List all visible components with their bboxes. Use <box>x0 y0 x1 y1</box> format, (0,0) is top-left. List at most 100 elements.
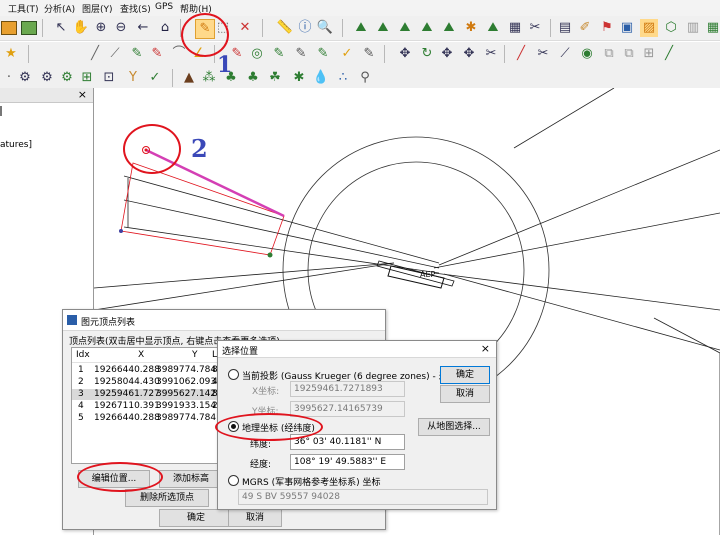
delete-cross-icon[interactable]: ✕ <box>236 19 254 37</box>
union-icon[interactable]: ⧉ <box>620 45 638 63</box>
slope-icon[interactable]: ⛰ <box>396 19 414 37</box>
menu-layers[interactable]: 图层(Y) <box>82 2 113 15</box>
vertex-point[interactable] <box>267 252 273 258</box>
cell-y: 3991062.093 <box>156 377 217 387</box>
watershed-icon[interactable]: ⛰ <box>484 19 502 37</box>
hillshade-icon[interactable]: ⛰ <box>418 19 436 37</box>
tree-expander[interactable] <box>0 106 2 116</box>
terrain-icon[interactable]: ⛰ <box>352 19 370 37</box>
select-arrow-icon[interactable]: ↖ <box>52 19 70 37</box>
scissors-icon[interactable]: ✂ <box>534 45 552 63</box>
edit-green-icon[interactable]: ╱ <box>660 45 678 63</box>
zoom-in-icon[interactable]: ⊕ <box>92 19 110 37</box>
draw-polyline-icon[interactable]: ⟋ <box>106 45 124 63</box>
image-layer-icon[interactable]: ▣ <box>618 19 636 37</box>
vertex-cancel-button[interactable]: 取消 <box>228 509 282 527</box>
brush-icon[interactable]: ✎ <box>292 45 310 63</box>
col-x[interactable]: X <box>138 350 144 360</box>
longitude-field[interactable]: 108° 19' 49.5883'' E <box>290 454 405 470</box>
settings-gear-2-icon[interactable]: ⚙ <box>38 69 56 87</box>
radio-mgrs-label[interactable]: MGRS (军事网格参考坐标系) 坐标 <box>242 475 380 488</box>
menu-search[interactable]: 查找(S) <box>120 2 151 15</box>
panel-close-icon[interactable]: × <box>78 88 87 101</box>
grid-cell-icon[interactable]: ▦ <box>704 19 720 37</box>
zoom-out-icon[interactable]: ⊖ <box>112 19 130 37</box>
marsh-icon[interactable]: ∴ <box>334 69 352 87</box>
radio-mgrs[interactable] <box>228 475 239 486</box>
star-icon[interactable]: ★ <box>2 45 20 63</box>
color-grid-icon[interactable]: ▦ <box>506 19 524 37</box>
menu-tools[interactable]: 工具(T) <box>8 2 39 15</box>
draw-path-icon[interactable]: ✎ <box>128 45 146 63</box>
grid-snap-icon[interactable]: ⊞ <box>640 45 658 63</box>
ruler-icon[interactable]: 📏 <box>276 19 294 37</box>
tree-icon[interactable]: ♣ <box>244 69 262 87</box>
cell-x: 19258044.430 <box>94 377 160 387</box>
home-icon[interactable]: ⌂ <box>156 19 174 37</box>
location-cancel-button[interactable]: 取消 <box>440 385 490 403</box>
viewshed-icon[interactable]: ✱ <box>462 19 480 37</box>
mgrs-field[interactable]: 49 S BV 59557 94028 <box>238 489 488 505</box>
y-coord-field[interactable]: 3995627.14165739 <box>290 401 405 417</box>
contour-icon[interactable]: ⛰ <box>440 19 458 37</box>
split-icon[interactable]: ✥ <box>460 45 478 63</box>
vertex-ok-button[interactable]: 确定 <box>159 509 233 527</box>
table-view-icon[interactable]: ▤ <box>556 19 574 37</box>
vertex-point[interactable] <box>119 229 123 233</box>
info-icon[interactable]: ⓘ <box>296 19 314 37</box>
grid-toggle-icon[interactable]: ▥ <box>684 19 702 37</box>
move-icon[interactable]: ✥ <box>396 45 414 63</box>
grass-icon[interactable]: ⁂ <box>200 69 218 87</box>
mountain-icon[interactable]: ▲ <box>180 69 198 87</box>
add-elevation-button[interactable]: 添加标高 <box>159 470 223 488</box>
hatch-tool-icon[interactable]: ▨ <box>640 19 658 37</box>
paint-icon[interactable]: ✐ <box>576 19 594 37</box>
pick-from-map-button[interactable]: 从地图选择... <box>418 418 490 436</box>
palm-icon[interactable]: ☘ <box>266 69 284 87</box>
flag-icon[interactable]: ⚑ <box>598 19 616 37</box>
crop-tool-icon[interactable]: ✂ <box>526 19 544 37</box>
find-feature-icon[interactable]: 🔍 <box>316 19 334 37</box>
layer-icon[interactable] <box>0 19 18 37</box>
check-icon[interactable]: ✓ <box>338 45 356 63</box>
move-vertex-icon[interactable]: ✥ <box>438 45 456 63</box>
diagonal-line-icon[interactable]: ╱ <box>512 45 530 63</box>
target-icon[interactable]: ◎ <box>248 45 266 63</box>
menu-analysis[interactable]: 分析(A) <box>44 2 75 15</box>
back-arrow-icon[interactable]: ← <box>134 19 152 37</box>
monitor-icon[interactable]: ⊞ <box>78 69 96 87</box>
menu-gps[interactable]: GPS <box>155 2 173 12</box>
radio-projection[interactable] <box>228 369 239 380</box>
water-drop-icon[interactable]: ⊡ <box>100 69 118 87</box>
col-idx[interactable]: Idx <box>76 350 90 360</box>
location-close-icon[interactable]: × <box>481 342 490 355</box>
checklist-icon[interactable]: ✓ <box>146 69 164 87</box>
col-y[interactable]: Y <box>192 350 198 360</box>
attribute-table-icon[interactable] <box>20 19 38 37</box>
mesh-icon[interactable]: ⚙ <box>58 69 76 87</box>
location-ok-button[interactable]: 确定 <box>440 366 490 384</box>
delete-vertices-button[interactable]: 删除所选顶点 <box>125 489 209 507</box>
pan-hand-icon[interactable]: ✋ <box>72 19 90 37</box>
search-tool-icon[interactable]: ⚲ <box>356 69 374 87</box>
x-coord-field[interactable]: 19259461.7271893 <box>290 381 405 397</box>
node-icon[interactable]: ⟋ <box>556 45 574 63</box>
draw-line-icon[interactable]: ╱ <box>86 45 104 63</box>
erase-icon[interactable]: ✎ <box>360 45 378 63</box>
menu-bar: 工具(T) 分析(A) 图层(Y) 查找(S) GPS 帮助(H) <box>0 0 720 16</box>
buffer-icon[interactable]: ◉ <box>578 45 596 63</box>
field-icon[interactable]: ✱ <box>290 69 308 87</box>
filter-icon[interactable]: Y <box>124 69 142 87</box>
settings-gear-icon[interactable]: ⚙ <box>16 69 34 87</box>
cut-icon[interactable]: ✂ <box>482 45 500 63</box>
stamp-icon[interactable]: ✎ <box>270 45 288 63</box>
terrain-profile-icon[interactable]: ⛰ <box>374 19 392 37</box>
draw-red-line-icon[interactable]: ✎ <box>148 45 166 63</box>
fill-icon[interactable]: ✎ <box>314 45 332 63</box>
water-icon[interactable]: 💧 <box>312 69 330 87</box>
vector-edit-icon[interactable]: ⬡ <box>662 19 680 37</box>
merge-icon[interactable]: ⧉ <box>600 45 618 63</box>
cell-idx: 5 <box>78 413 84 423</box>
rotate-icon[interactable]: ↻ <box>418 45 436 63</box>
layer-tree-item[interactable]: atures] <box>0 140 32 150</box>
